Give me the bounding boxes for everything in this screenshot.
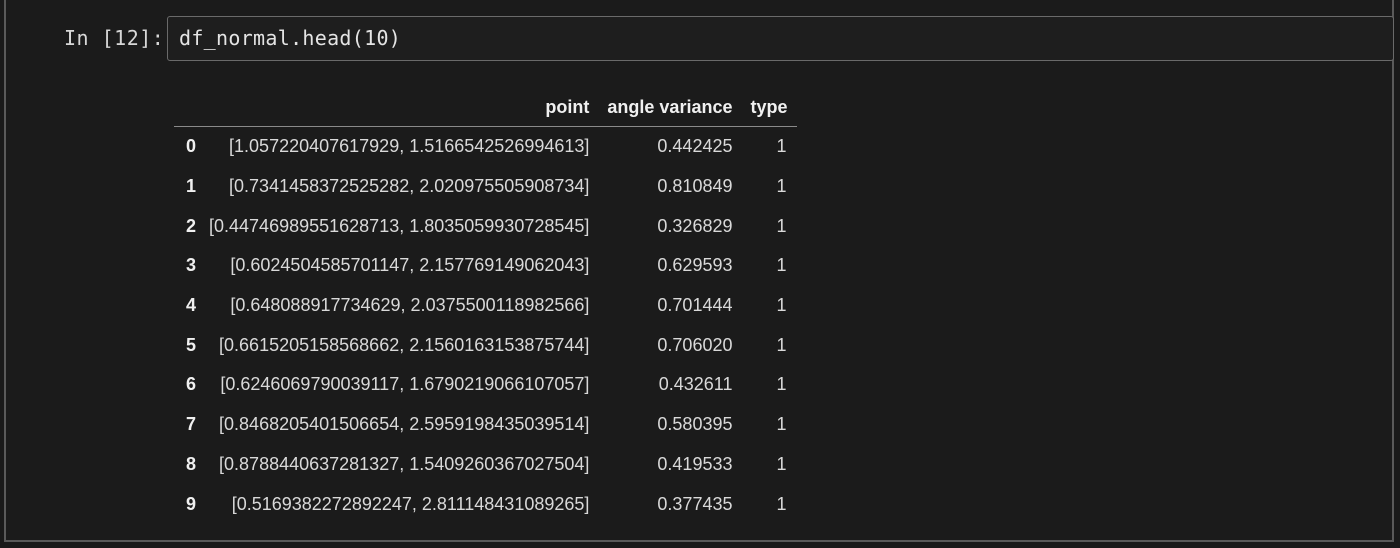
cell-point: [1.057220407617929, 1.5166542526994613]	[229, 136, 590, 157]
dataframe-table: point angle variance type 0 [1.0572204076…	[174, 88, 797, 524]
cell-type: 1	[776, 255, 787, 276]
cell-type: 1	[776, 295, 787, 316]
cell-type: 1	[776, 215, 787, 236]
row-index: 4	[186, 295, 197, 316]
output-area: point angle variance type 0 [1.0572204076…	[174, 88, 797, 524]
cell-type: 1	[776, 374, 787, 395]
table-row: 4 [0.648088917734629, 2.0375500118982566]…	[174, 286, 797, 326]
code-input[interactable]: df_normal.head(10)	[167, 16, 1394, 61]
cell-angle-variance: 0.706020	[657, 334, 733, 355]
table-row: 6 [0.6246069790039117, 1.6790219066107057…	[174, 365, 797, 405]
cell-angle-variance: 0.326829	[657, 215, 733, 236]
cell-type: 1	[776, 453, 787, 474]
cell-point: [0.6246069790039117, 1.6790219066107057]	[220, 374, 590, 395]
row-index: 5	[186, 334, 197, 355]
cell-type: 1	[776, 176, 787, 197]
cell-type: 1	[776, 414, 787, 435]
cell-point: [0.5169382272892247, 2.811148431089265]	[231, 493, 590, 514]
cell-angle-variance: 0.442425	[657, 136, 733, 157]
cell-point: [0.8468205401506654, 2.5959198435039514]	[219, 414, 590, 435]
table-header-row: point angle variance type	[174, 88, 797, 127]
cell-angle-variance: 0.810849	[657, 176, 733, 197]
cell-point: [0.6615205158568662, 2.1560163153875744]	[219, 334, 590, 355]
code-text[interactable]: df_normal.head(10)	[179, 26, 401, 50]
table-row: 5 [0.6615205158568662, 2.1560163153875744…	[174, 325, 797, 365]
cell-angle-variance: 0.580395	[657, 414, 733, 435]
cell-point: [0.648088917734629, 2.0375500118982566]	[230, 295, 590, 316]
row-index: 3	[186, 255, 197, 276]
row-index: 1	[186, 176, 197, 197]
input-prompt: In [12]:	[64, 26, 165, 50]
row-index: 0	[186, 136, 197, 157]
cell-type: 1	[776, 493, 787, 514]
row-index: 9	[186, 493, 197, 514]
column-header-type: type	[741, 88, 797, 127]
row-index: 2	[186, 215, 197, 236]
table-row: 9 [0.5169382272892247, 2.811148431089265]…	[174, 484, 797, 524]
cell-angle-variance: 0.419533	[657, 453, 733, 474]
cell-angle-variance: 0.432611	[658, 374, 733, 395]
cell-angle-variance: 0.377435	[657, 493, 733, 514]
cell-type: 1	[776, 136, 787, 157]
table-row: 2 [0.44746989551628713, 1.803505993072854…	[174, 206, 797, 246]
table-row: 8 [0.8788440637281327, 1.5409260367027504…	[174, 445, 797, 485]
cell-point: [0.7341458372525282, 2.020975505908734]	[229, 176, 590, 197]
table-row: 0 [1.057220407617929, 1.5166542526994613]…	[174, 127, 797, 167]
table-row: 3 [0.6024504585701147, 2.157769149062043]…	[174, 246, 797, 286]
cell-angle-variance: 0.629593	[657, 255, 733, 276]
table-row: 1 [0.7341458372525282, 2.020975505908734]…	[174, 167, 797, 207]
column-header-angle-variance: angle variance	[598, 88, 742, 127]
cell-point: [0.44746989551628713, 1.8035059930728545…	[209, 215, 590, 236]
cell-angle-variance: 0.701444	[657, 295, 733, 316]
cell-point: [0.6024504585701147, 2.157769149062043]	[230, 255, 590, 276]
column-header-point: point	[205, 88, 599, 127]
row-index: 6	[186, 374, 197, 395]
cell-type: 1	[776, 334, 787, 355]
row-index: 7	[186, 414, 197, 435]
index-header	[174, 88, 206, 127]
table-body: 0 [1.057220407617929, 1.5166542526994613]…	[174, 127, 797, 524]
row-index: 8	[186, 453, 197, 474]
cell-point: [0.8788440637281327, 1.5409260367027504]	[219, 453, 590, 474]
table-row: 7 [0.8468205401506654, 2.5959198435039514…	[174, 405, 797, 445]
notebook-cell[interactable]: In [12]: df_normal.head(10) point angle …	[4, 0, 1394, 542]
